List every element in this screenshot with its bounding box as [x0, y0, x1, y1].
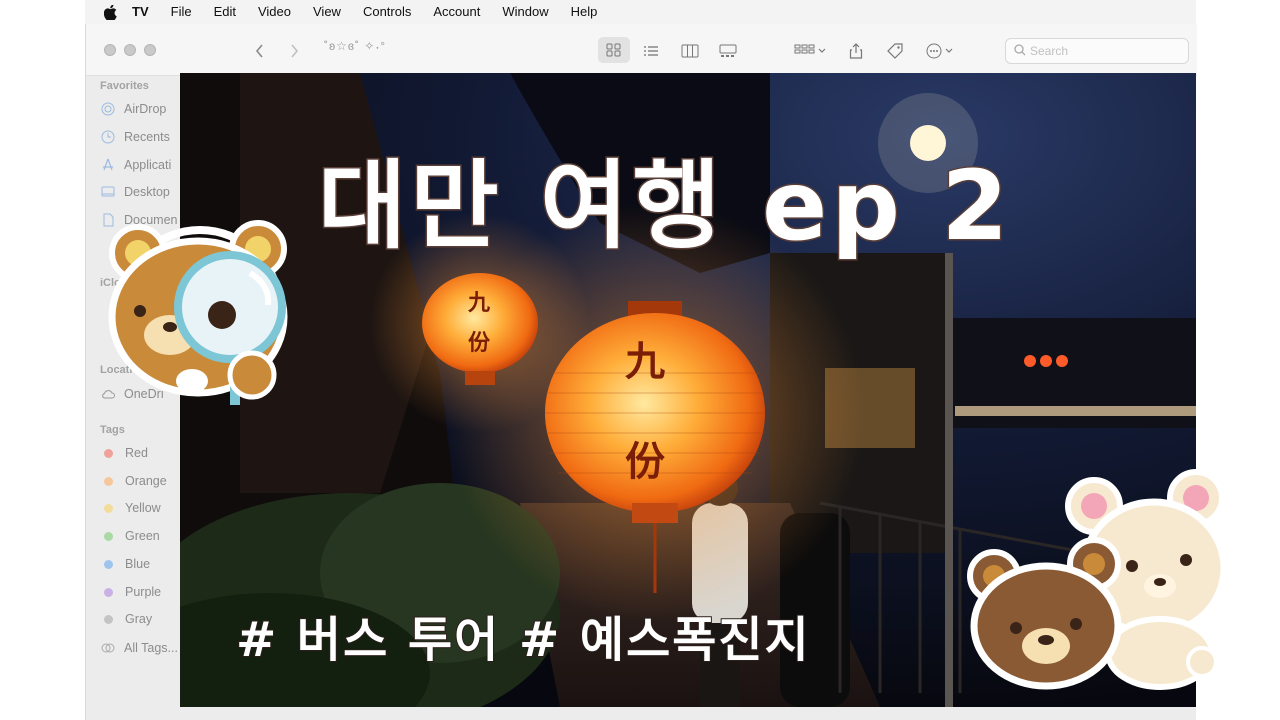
- lantern-text-bottom: 份: [625, 438, 665, 485]
- close-window-button[interactable]: [104, 44, 116, 56]
- menu-window[interactable]: Window: [491, 0, 559, 24]
- bear-pair-sticker-icon: [967, 469, 1226, 690]
- sidebar-item-applications[interactable]: Applicati: [100, 157, 171, 173]
- tag-dot-icon: [104, 587, 113, 597]
- menu-help[interactable]: Help: [560, 0, 609, 24]
- menu-view[interactable]: View: [302, 0, 352, 24]
- sidebar-item-recents[interactable]: Recents: [100, 129, 170, 145]
- favorites-header: Favorites: [100, 80, 149, 92]
- tags-header: Tags: [100, 424, 125, 436]
- list-view-icon[interactable]: [639, 40, 663, 62]
- column-view-icon[interactable]: [678, 40, 702, 62]
- bear-magnifier-sticker-icon: [108, 220, 288, 405]
- finder-toolbar: ˚ʚ☆ɞ˚ ✧˖°: [86, 24, 1197, 76]
- sidebar-tag-red[interactable]: Red: [100, 446, 148, 460]
- menu-video[interactable]: Video: [247, 0, 302, 24]
- applications-icon: [100, 157, 116, 173]
- tag-dot-icon: [104, 448, 113, 458]
- sidebar-tag-yellow[interactable]: Yellow: [100, 501, 161, 515]
- small-lantern-text: 九: [468, 290, 491, 316]
- more-actions-icon[interactable]: [924, 40, 960, 62]
- sidebar-tag-blue[interactable]: Blue: [100, 557, 150, 571]
- forward-chevron-icon[interactable]: [282, 40, 306, 62]
- sidebar-tag-gray[interactable]: Gray: [100, 612, 152, 626]
- window-title: ˚ʚ☆ɞ˚ ✧˖°: [324, 39, 387, 53]
- share-icon[interactable]: [844, 40, 868, 62]
- gallery-view-icon[interactable]: [716, 40, 740, 62]
- search-field[interactable]: [1005, 38, 1189, 64]
- sidebar-tag-green[interactable]: Green: [100, 529, 160, 543]
- sidebar-tag-orange[interactable]: Orange: [100, 474, 167, 488]
- tag-dot-icon: [104, 476, 113, 486]
- search-icon: [1014, 43, 1026, 59]
- desktop-icon: [100, 184, 116, 200]
- airdrop-icon: [100, 101, 116, 117]
- all-tags-icon: [100, 640, 116, 656]
- lantern-text-top: 九: [625, 338, 665, 385]
- video-hashtags: # 버스 투어 # 예스폭진지: [235, 611, 811, 669]
- menu-controls[interactable]: Controls: [352, 0, 422, 24]
- small-lantern-text: 份: [468, 330, 491, 356]
- menu-account[interactable]: Account: [422, 0, 491, 24]
- minimize-window-button[interactable]: [124, 44, 136, 56]
- sidebar-item-airdrop[interactable]: AirDrop: [100, 101, 166, 117]
- video-title: 대만 여행 ep 2: [316, 149, 1013, 264]
- menu-app-tv[interactable]: TV: [121, 0, 160, 24]
- menu-file[interactable]: File: [160, 0, 203, 24]
- apple-icon[interactable]: [99, 0, 121, 24]
- back-chevron-icon[interactable]: [248, 40, 272, 62]
- tag-dot-icon: [104, 503, 113, 513]
- menu-edit[interactable]: Edit: [203, 0, 247, 24]
- menu-bar: TV File Edit Video View Controls Account…: [85, 0, 1196, 24]
- sidebar-tag-purple[interactable]: Purple: [100, 585, 161, 599]
- clock-icon: [100, 129, 116, 145]
- zoom-window-button[interactable]: [144, 44, 156, 56]
- group-by-icon[interactable]: [792, 40, 828, 62]
- sidebar-item-desktop[interactable]: Desktop: [100, 184, 170, 200]
- tag-dot-icon: [104, 614, 113, 624]
- search-input[interactable]: [1030, 44, 1180, 58]
- tag-dot-icon: [104, 531, 113, 541]
- tag-dot-icon: [104, 559, 113, 569]
- tag-icon[interactable]: [883, 40, 907, 62]
- sidebar-all-tags[interactable]: All Tags...: [100, 640, 178, 656]
- icon-view-grid-icon[interactable]: [598, 37, 630, 63]
